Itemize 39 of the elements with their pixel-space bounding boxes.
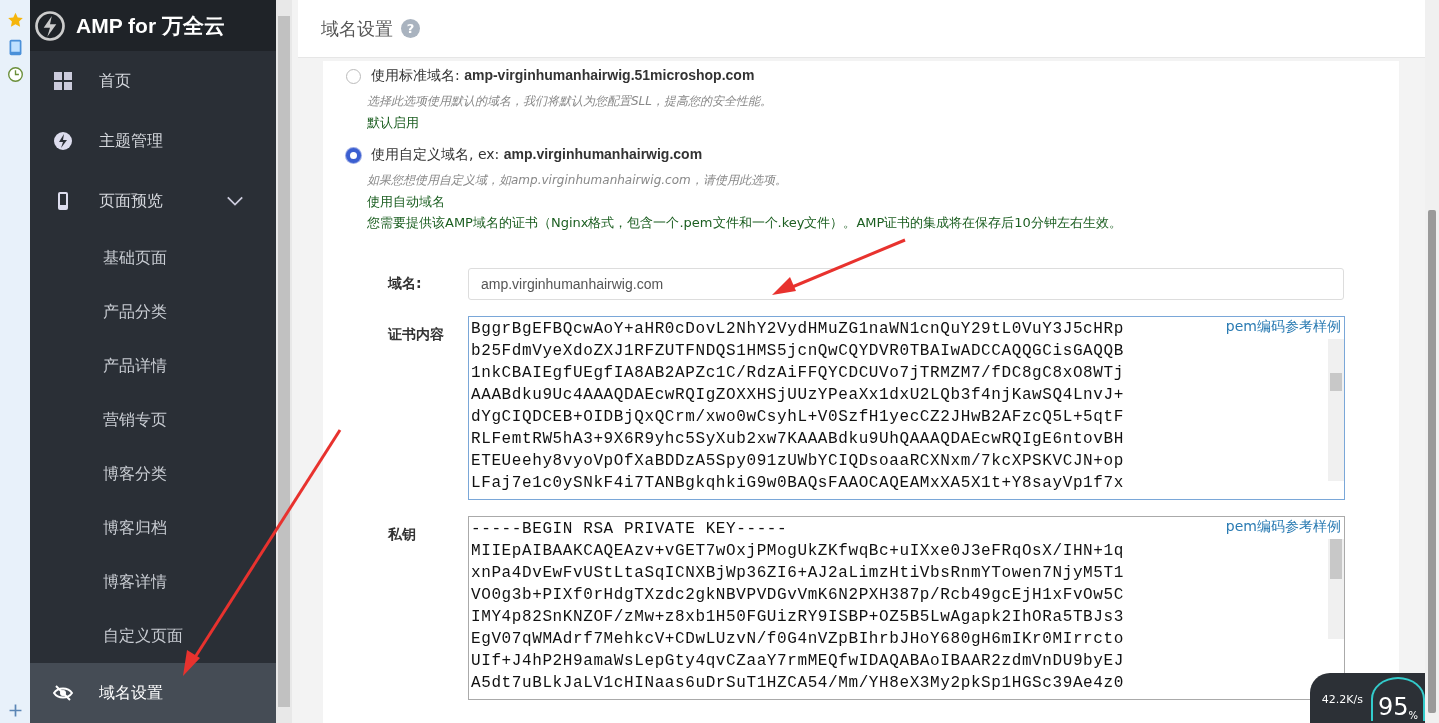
sidebar-subitem[interactable]: 营销专页 — [30, 393, 276, 447]
sidebar-item[interactable]: 主题管理 — [30, 111, 276, 171]
sidebar-subitem[interactable]: 博客分类 — [30, 447, 276, 501]
grid-icon — [53, 71, 73, 91]
textarea-scrollbar[interactable] — [1328, 339, 1344, 481]
option-note: 您需要提供该AMP域名的证书（Nginx格式，包含一个.pem文件和一个.key文件）。AMP证书的集成将在保存后10分钟左右生效。 — [367, 214, 1123, 232]
option-note: 使用自动域名 — [367, 193, 446, 211]
star-icon[interactable] — [6, 12, 24, 29]
brand-title: AMP for 万全云 — [76, 12, 225, 39]
sidebar-item[interactable]: 域名设置 — [30, 663, 276, 723]
domain-input[interactable]: amp.virginhumanhairwig.com — [468, 268, 1344, 300]
clock-icon[interactable] — [6, 66, 24, 83]
cpu-gauge: 95% — [1371, 677, 1425, 721]
option-hint: 选择此选项使用默认的域名，我们将默认为您配置SLL，提高您的安全性能。 — [367, 93, 773, 110]
textarea-scrollbar[interactable] — [1328, 539, 1344, 639]
page-title: 域名设置 — [321, 16, 393, 41]
text-area[interactable]: BggrBgEFBQcwAoY+aHR0cDovL2NhY2VydHMuZG1naWN1cnQuY29tL0VuY3J5cHRp b25FdmVyeXdoZXJ1RFZUTFNDQS1HMS5jcnQwCQYDVR0TBAIwADCCAQQGCisGAQQB 1nkCBAIEgfUEgfIA8AB2APZc1C/RdzAiFFQYCDCUVo7jTRMZM7/fDC8gC8xO8WTj AAABdku9Uc4AAAQDAEcwRQIgZOXXHSjUUzYPeaXx1dxU2LQb3f4njKawSQ4LnvJ+ dYgCIQDCEB+OIDBjQxQCrm/xwo0wCsyhL+V0SzfH1yecCZ2JHwB2AFzcQ5L+5qtF RLFemtRW5hA3+9X6R9yhc5SyXub2xw7KAAABdku9UhQAAAQDAEcwRQIgE6ntovBH ETEUeehy8vyoVpOfXaBDDzA5Spy091zUWbYCIQDsoaaRCXNxm/7kcXPSKVCJN+op LFaj7e1c0ySNkF4i7TANBgkqhkiG9w0BAQsFAAOCAQEAMxXA5X1t+Y8sayVp1f7x pem编码参考样例 — [468, 316, 1345, 500]
sidebar-subitem[interactable]: 博客详情 — [30, 555, 276, 609]
sidebar-item[interactable]: 首页 — [30, 51, 276, 111]
sample-link[interactable]: pem编码参考样例 — [1225, 518, 1341, 536]
sidebar-subitem[interactable]: 基础页面 — [30, 231, 276, 285]
sidebar-subitem[interactable]: 产品分类 — [30, 285, 276, 339]
sidebar-subitem[interactable]: 自定义页面 — [30, 609, 276, 663]
radio-button[interactable] — [346, 147, 361, 163]
field-label: 域名: — [386, 275, 423, 293]
field-label: 证书内容 — [387, 325, 445, 344]
field-label: 私钥 — [387, 525, 417, 544]
sample-link[interactable]: pem编码参考样例 — [1225, 318, 1341, 336]
sidebar-scrollbar[interactable] — [276, 0, 292, 723]
eye-off-icon — [53, 683, 73, 703]
sidebar-subitem[interactable]: 博客归档 — [30, 501, 276, 555]
option-label[interactable]: 使用标准域名: amp-virginhumanhairwig.51microshop.com — [371, 67, 755, 85]
sidebar-item[interactable]: 页面预览 — [30, 171, 276, 231]
option-label[interactable]: 使用自定义域名, ex: amp.virginhumanhairwig.com — [371, 146, 703, 164]
option-note: 默认启用 — [367, 114, 420, 132]
radio-button[interactable] — [346, 68, 361, 84]
option-hint: 如果您想使用自定义域，如amp.virginhumanhairwig.com，请使用此选项。 — [367, 172, 788, 189]
sidebar-subitem[interactable]: 产品详情 — [30, 339, 276, 393]
bolt-icon — [53, 131, 73, 151]
